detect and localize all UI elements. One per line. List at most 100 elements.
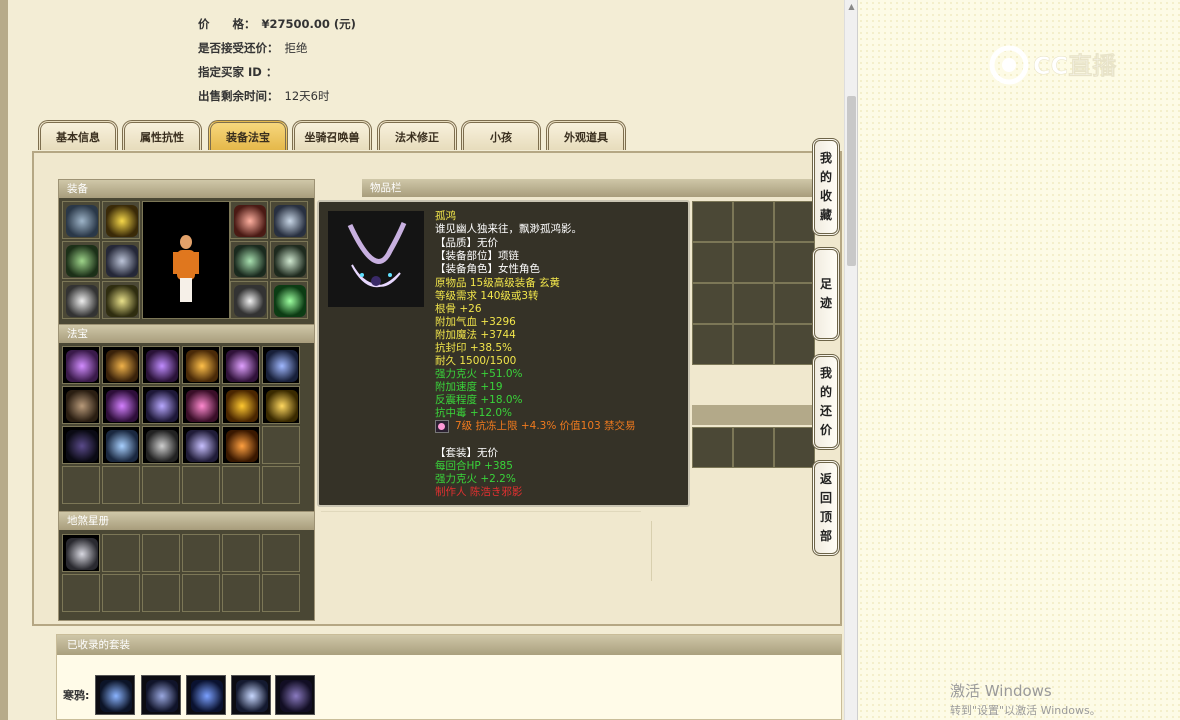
treasure-slot-empty <box>222 466 260 504</box>
treasure-slot[interactable] <box>102 386 140 424</box>
treasure-slot-empty <box>262 426 300 464</box>
vertical-scrollbar[interactable]: ▲ <box>844 0 858 720</box>
window-divider <box>857 0 858 720</box>
tooltip-line: 强力克火 +51.0% <box>435 368 523 380</box>
treasure-slot[interactable] <box>62 426 100 464</box>
tab-appearance-items[interactable]: 外观道具 <box>546 120 626 150</box>
inventory-slot[interactable] <box>692 427 733 468</box>
price-label: 价 格： <box>198 17 256 31</box>
inventory-slot[interactable] <box>733 201 774 242</box>
brand-text: CC直播 <box>1033 52 1117 80</box>
starsign-slot-empty <box>102 534 140 572</box>
suit-item[interactable] <box>95 675 135 715</box>
treasure-slot[interactable] <box>262 346 300 384</box>
starsign-slot[interactable] <box>62 534 100 572</box>
item-tooltip: 孤鸿 谁见幽人独来往，飘渺孤鸿影。 【品质】无价 【装备部位】项链 【装备角色】… <box>317 200 690 507</box>
treasure-slot[interactable] <box>222 426 260 464</box>
item-image <box>328 211 424 307</box>
suit-item[interactable] <box>231 675 271 715</box>
tab-children[interactable]: 小孩 <box>461 120 541 150</box>
equipment-slot[interactable] <box>270 201 308 239</box>
my-counter-offer-button[interactable]: 我的还价 <box>812 354 840 450</box>
inventory-slot[interactable] <box>733 427 774 468</box>
equipment-slot[interactable] <box>230 201 268 239</box>
starsign-slot-empty <box>182 534 220 572</box>
starsign-slot-empty <box>142 534 180 572</box>
collected-suits-panel: 已收录的套装 寒鸦: <box>56 634 842 720</box>
tab-attributes[interactable]: 属性抗性 <box>122 120 202 150</box>
equipment-slot[interactable] <box>102 281 140 319</box>
activation-watermark-title: 激活 Windows <box>950 682 1052 700</box>
treasure-slot-empty <box>102 466 140 504</box>
inventory-slot[interactable] <box>774 427 815 468</box>
treasure-slot-empty <box>142 466 180 504</box>
equipment-slot[interactable] <box>102 201 140 239</box>
inventory-slot[interactable] <box>692 201 733 242</box>
treasure-slot[interactable] <box>182 346 220 384</box>
treasure-slot[interactable] <box>142 386 180 424</box>
treasure-slot[interactable] <box>222 386 260 424</box>
suit-item[interactable] <box>141 675 181 715</box>
inventory-slot[interactable] <box>733 324 774 365</box>
treasure-slot[interactable] <box>222 346 260 384</box>
my-favorites-button[interactable]: 我的收藏 <box>812 138 840 236</box>
tooltip-line: 附加速度 +19 <box>435 381 503 393</box>
tooltip-line: 7级 抗冻上限 +4.3% 价值103 禁交易 <box>455 420 636 432</box>
starsign-panel-title: 地煞星册 <box>59 512 314 530</box>
inventory-slot[interactable] <box>733 242 774 283</box>
remaining-time-value: 12天6时 <box>284 89 330 103</box>
back-to-top-button[interactable]: 返回顶部 <box>812 460 840 556</box>
treasure-slot[interactable] <box>262 386 300 424</box>
inventory-slot[interactable] <box>733 283 774 324</box>
tab-spell-modifiers[interactable]: 法术修正 <box>377 120 457 150</box>
treasure-slot[interactable] <box>142 346 180 384</box>
footprint-label: 足迹 <box>820 277 833 310</box>
footprint-button[interactable]: 足迹 <box>812 247 840 341</box>
inventory-slot[interactable] <box>692 242 733 283</box>
inventory-slot[interactable] <box>774 283 815 324</box>
equipment-slot[interactable] <box>62 201 100 239</box>
suit-item[interactable] <box>275 675 315 715</box>
treasure-slot[interactable] <box>182 386 220 424</box>
equipment-slot[interactable] <box>102 241 140 279</box>
tab-equipment-treasure[interactable]: 装备法宝 <box>208 120 288 150</box>
starsign-slot-empty <box>262 534 300 572</box>
tab-basic-info[interactable]: 基本信息 <box>38 120 118 150</box>
treasure-slot[interactable] <box>62 346 100 384</box>
activation-watermark-subtitle: 转到"设置"以激活 Windows。 <box>950 704 1101 717</box>
remaining-time-label: 出售剩余时间： <box>198 89 279 103</box>
scrollbar-thumb[interactable] <box>847 96 856 266</box>
inventory-slot[interactable] <box>774 201 815 242</box>
designated-buyer-row: 指定买家 ID ： <box>198 64 283 80</box>
equipment-slot[interactable] <box>270 241 308 279</box>
treasure-slot[interactable] <box>182 426 220 464</box>
tooltip-line: 【装备部位】项链 <box>435 250 519 262</box>
equipment-slot[interactable] <box>62 241 100 279</box>
inventory-slot[interactable] <box>774 242 815 283</box>
starsign-slot-empty <box>182 574 220 612</box>
gem-icon <box>435 420 449 433</box>
suit-item[interactable] <box>186 675 226 715</box>
equipment-slot[interactable] <box>270 281 308 319</box>
equipment-slot[interactable] <box>62 281 100 319</box>
equipment-panel: 装备 <box>58 179 315 326</box>
treasure-slot[interactable] <box>142 426 180 464</box>
suit-name-label: 寒鸦: <box>63 689 90 702</box>
treasure-slot[interactable] <box>102 426 140 464</box>
tooltip-line: 反震程度 +18.0% <box>435 394 523 406</box>
treasure-panel: 法宝 <box>58 324 315 512</box>
designated-buyer-label: 指定买家 ID ： <box>198 65 278 79</box>
treasure-slot[interactable] <box>62 386 100 424</box>
inventory-slot[interactable] <box>692 283 733 324</box>
inventory-slot[interactable] <box>774 324 815 365</box>
starsign-slot-empty <box>62 574 100 612</box>
price-value: ¥27500.00 (元) <box>261 17 356 31</box>
treasure-panel-title: 法宝 <box>59 325 314 343</box>
tab-mounts-pets[interactable]: 坐骑召唤兽 <box>292 120 372 150</box>
inventory-slot[interactable] <box>692 324 733 365</box>
divider-line <box>651 521 652 581</box>
starsign-slot-empty <box>102 574 140 612</box>
treasure-slot[interactable] <box>102 346 140 384</box>
equipment-slot[interactable] <box>230 281 268 319</box>
equipment-slot[interactable] <box>230 241 268 279</box>
